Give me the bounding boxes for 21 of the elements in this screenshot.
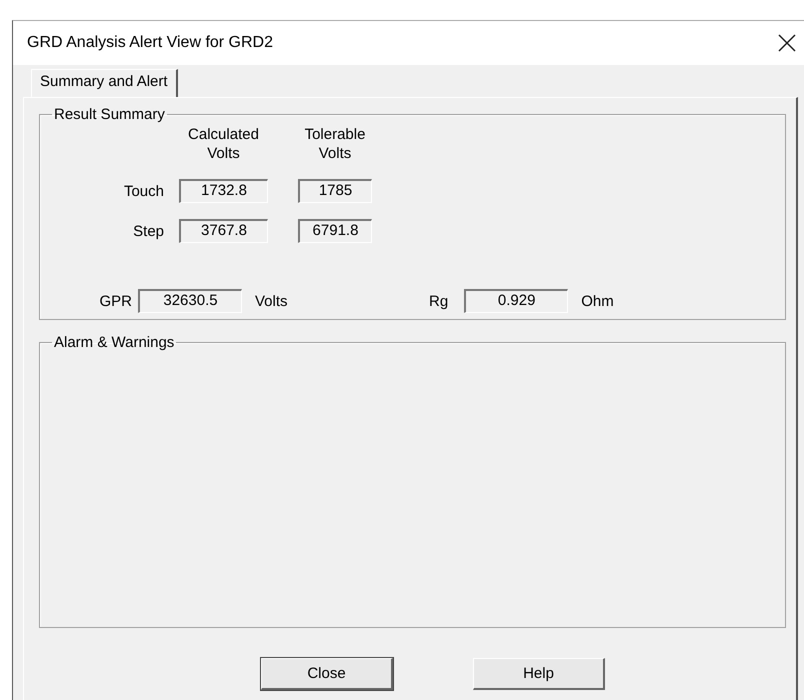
dialog-button[interactable]: Help [473,658,605,690]
unit-label: Volts [255,292,288,310]
dialog-button[interactable]: Close [261,658,393,690]
tab[interactable]: Summary and Alert [31,69,178,97]
group-title: Alarm & Warnings [53,334,176,351]
value-field: 0.929 [464,289,568,313]
value-field: 1785 [298,179,372,203]
close-icon[interactable] [778,34,796,52]
column-header: Calculated Volts [187,125,260,163]
group-title: Result Summary [53,106,166,123]
field-label: GPR [98,292,132,310]
value-field: 32630.5 [138,289,242,313]
row-label: Touch [122,182,164,200]
unit-label: Ohm [581,292,614,310]
value-field: 6791.8 [298,219,372,243]
value-field: 1732.8 [179,179,268,203]
window-title: GRD Analysis Alert View for GRD2 [27,34,274,52]
row-label: Step [132,222,164,240]
value-field: 3767.8 [179,219,268,243]
field-label: Rg [429,292,448,310]
column-header: Tolerable Volts [304,125,366,163]
